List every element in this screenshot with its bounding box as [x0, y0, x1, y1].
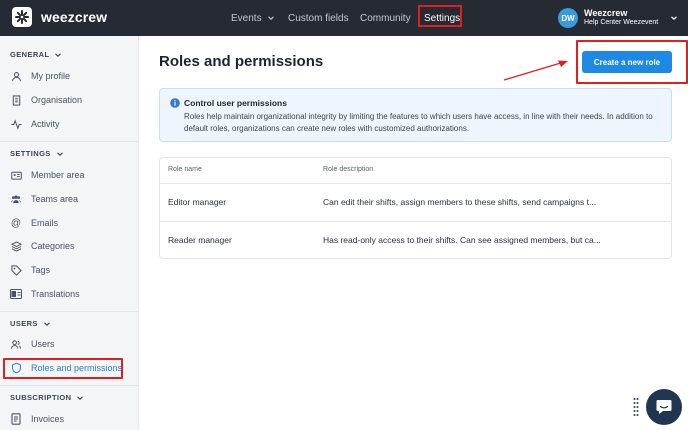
- nav-events-label: Events: [231, 12, 262, 24]
- drag-handle-icon[interactable]: [633, 397, 639, 417]
- app-logo[interactable]: weezcrew: [12, 7, 107, 27]
- divider: [0, 141, 139, 142]
- chevron-down-icon: [77, 395, 84, 400]
- sidebar-item-tags[interactable]: Tags: [10, 261, 50, 279]
- divider: [160, 183, 671, 184]
- chat-icon: [656, 400, 672, 414]
- sidebar-section-general[interactable]: GENERAL: [10, 50, 62, 59]
- sidebar-item-label: Organisation: [31, 95, 83, 105]
- divider: [160, 221, 671, 222]
- sidebar-section-settings[interactable]: SETTINGS: [10, 149, 64, 158]
- sidebar-item-label: Invoices: [31, 414, 65, 424]
- column-header-role-name: Role name: [168, 166, 202, 173]
- sidebar-section-subscription[interactable]: SUBSCRIPTION: [10, 393, 84, 402]
- roles-highlight-annotation: [3, 358, 123, 379]
- info-body: Roles help maintain organizational integ…: [184, 112, 653, 133]
- tag-icon: [10, 264, 22, 276]
- table-cell-role-name[interactable]: Reader manager: [168, 235, 232, 245]
- layers-icon: [10, 240, 22, 252]
- section-title: SUBSCRIPTION: [10, 393, 72, 402]
- info-title: Control user permissions: [184, 98, 287, 108]
- chevron-down-icon: [55, 52, 62, 57]
- chevron-down-icon: [43, 321, 50, 326]
- user-menu[interactable]: DW Weezcrew Help Center Weezevent: [558, 6, 677, 30]
- create-new-role-button[interactable]: Create a new role: [582, 51, 672, 73]
- user-name: Weezcrew: [584, 8, 628, 18]
- app-name: weezcrew: [41, 9, 108, 25]
- sidebar-item-label: Member area: [31, 170, 85, 180]
- column-header-role-description: Role description: [323, 166, 374, 173]
- activity-icon: [10, 118, 22, 130]
- nav-custom-fields[interactable]: Custom fields: [288, 0, 349, 36]
- settings-highlight-annotation: [418, 5, 462, 27]
- section-title: SETTINGS: [10, 149, 51, 158]
- sidebar-item-label: Activity: [31, 119, 60, 129]
- chevron-down-icon: [671, 16, 677, 21]
- page-title: Roles and permissions: [159, 53, 324, 70]
- sidebar-item-users[interactable]: Users: [10, 335, 55, 353]
- divider: [0, 385, 139, 386]
- table-cell-role-name[interactable]: Editor manager: [168, 197, 226, 207]
- sidebar-item-label: Users: [31, 339, 55, 349]
- id-card-icon: [10, 169, 22, 181]
- sidebar-item-categories[interactable]: Categories: [10, 237, 75, 255]
- nav-events[interactable]: Events: [231, 0, 275, 36]
- divider: [0, 311, 139, 312]
- sidebar-item-invoices[interactable]: Invoices: [10, 410, 64, 428]
- sidebar-section-users[interactable]: USERS: [10, 319, 51, 328]
- at-icon: @: [10, 217, 22, 229]
- sidebar-item-label: Tags: [31, 265, 51, 275]
- info-banner: Control user permissions Roles help main…: [159, 88, 672, 142]
- user-organisation: Help Center Weezevent: [584, 19, 659, 26]
- sidebar-item-translations[interactable]: Translations: [10, 285, 80, 303]
- sidebar-item-emails[interactable]: @ Emails: [10, 214, 58, 232]
- help-chat-button[interactable]: [646, 389, 682, 425]
- annotation-arrow: [503, 60, 568, 81]
- roles-table: Role name Role description Editor manage…: [159, 157, 672, 259]
- chevron-down-icon: [56, 151, 63, 156]
- sidebar-item-label: Teams area: [31, 194, 79, 204]
- user-icon: [10, 70, 22, 82]
- invoice-icon: [10, 413, 22, 425]
- nav-community[interactable]: Community: [360, 0, 411, 36]
- chevron-down-icon: [267, 16, 274, 21]
- translate-icon: [10, 288, 22, 300]
- sidebar-item-my-profile[interactable]: My profile: [10, 67, 70, 85]
- section-title: USERS: [10, 319, 38, 328]
- team-icon: [10, 193, 22, 205]
- info-icon: [170, 98, 180, 108]
- sidebar-item-teams-area[interactable]: Teams area: [10, 190, 78, 208]
- sidebar-item-label: Translations: [31, 289, 80, 299]
- avatar: DW: [558, 8, 578, 28]
- sidebar-item-label: My profile: [31, 71, 71, 81]
- building-icon: [10, 94, 22, 106]
- sidebar-item-activity[interactable]: Activity: [10, 115, 60, 133]
- weezcrew-logo-icon: [12, 7, 32, 27]
- sidebar-item-organisation[interactable]: Organisation: [10, 91, 82, 109]
- top-navigation-bar: weezcrew Events Custom fields Community …: [0, 0, 688, 36]
- sidebar-item-member-area[interactable]: Member area: [10, 166, 85, 184]
- nav-community-label: Community: [360, 12, 411, 24]
- sidebar-item-label: Emails: [31, 218, 59, 228]
- table-cell-role-description[interactable]: Has read-only access to their shifts. Ca…: [323, 235, 601, 245]
- section-title: GENERAL: [10, 50, 50, 59]
- nav-custom-fields-label: Custom fields: [288, 12, 349, 24]
- sidebar-item-label: Categories: [31, 241, 75, 251]
- users-icon: [10, 338, 22, 350]
- table-cell-role-description[interactable]: Can edit their shifts, assign members to…: [323, 197, 596, 207]
